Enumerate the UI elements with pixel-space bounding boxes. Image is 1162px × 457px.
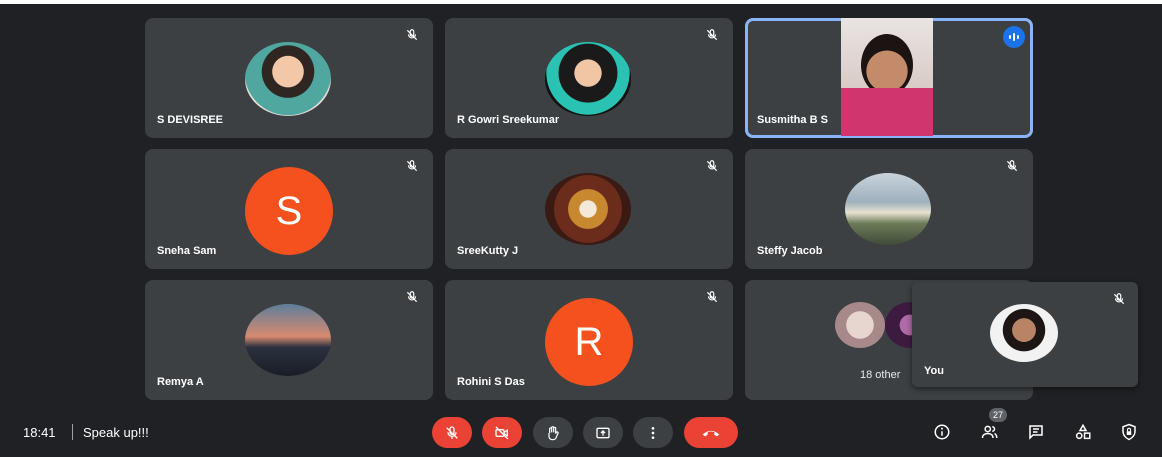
mic-off-icon bbox=[446, 425, 458, 439]
people-icon bbox=[981, 425, 998, 439]
avatar bbox=[845, 173, 931, 245]
mic-off-icon bbox=[1110, 290, 1128, 308]
self-label: You bbox=[924, 365, 944, 377]
bottom-bar: 18:41 Speak up!!! 27 bbox=[0, 405, 1162, 457]
meeting-name: Speak up!!! bbox=[83, 425, 149, 440]
avatar bbox=[990, 304, 1058, 362]
mic-off-icon bbox=[703, 26, 721, 44]
more-options-icon bbox=[651, 426, 655, 439]
divider bbox=[72, 424, 73, 440]
mic-off-icon bbox=[703, 288, 721, 306]
raise-hand-button[interactable] bbox=[533, 417, 573, 448]
participant-tile-s-devisree[interactable]: S DEVISREE bbox=[145, 18, 433, 138]
leave-call-button[interactable] bbox=[684, 417, 738, 448]
end-call-icon bbox=[702, 430, 720, 436]
participant-video bbox=[841, 18, 933, 136]
mic-off-icon bbox=[403, 288, 421, 306]
participant-tile-sreekutty-j[interactable]: SreeKutty J bbox=[445, 149, 733, 269]
participant-name: SreeKutty J bbox=[457, 245, 519, 257]
host-controls-button[interactable] bbox=[1116, 419, 1142, 445]
mic-off-icon bbox=[703, 157, 721, 175]
avatar-initial: S bbox=[275, 188, 303, 233]
speaking-indicator-icon bbox=[1003, 26, 1025, 48]
meeting-time: 18:41 bbox=[23, 425, 56, 440]
raise-hand-icon bbox=[548, 425, 559, 440]
participant-name: Rohini S Das bbox=[457, 376, 525, 388]
participant-tile-susmitha-b-s[interactable]: Susmitha B S bbox=[745, 18, 1033, 138]
avatar bbox=[545, 42, 631, 116]
participant-tile-rohini-s-das[interactable]: R Rohini S Das bbox=[445, 280, 733, 400]
participant-count-badge: 27 bbox=[989, 408, 1007, 422]
avatar bbox=[245, 42, 331, 116]
present-now-button[interactable] bbox=[583, 417, 623, 448]
avatar bbox=[545, 173, 631, 245]
toggle-camera-button[interactable] bbox=[482, 417, 522, 448]
mic-off-icon bbox=[403, 26, 421, 44]
present-icon bbox=[596, 427, 610, 438]
participant-tile-r-gowri-sreekumar[interactable]: R Gowri Sreekumar bbox=[445, 18, 733, 138]
more-options-button[interactable] bbox=[633, 417, 673, 448]
others-label: 18 other bbox=[860, 369, 901, 381]
chat-button[interactable] bbox=[1023, 419, 1049, 445]
participant-tile-sneha-sam[interactable]: S Sneha Sam bbox=[145, 149, 433, 269]
avatar bbox=[835, 302, 885, 348]
toggle-mic-button[interactable] bbox=[432, 417, 472, 448]
chat-icon bbox=[1029, 425, 1043, 440]
self-view-tile[interactable]: You bbox=[912, 282, 1138, 387]
mic-off-icon bbox=[403, 157, 421, 175]
participant-tile-remya-a[interactable]: Remya A bbox=[145, 280, 433, 400]
participant-tile-steffy-jacob[interactable]: Steffy Jacob bbox=[745, 149, 1033, 269]
participant-name: Steffy Jacob bbox=[757, 245, 823, 257]
host-controls-icon bbox=[1122, 423, 1136, 441]
meeting-details-button[interactable] bbox=[929, 419, 955, 445]
participant-name: Remya A bbox=[157, 376, 204, 388]
show-everyone-button[interactable] bbox=[977, 419, 1003, 445]
participant-name: R Gowri Sreekumar bbox=[457, 114, 560, 126]
info-icon bbox=[934, 424, 950, 440]
participant-name: Sneha Sam bbox=[157, 245, 217, 257]
activities-icon bbox=[1075, 423, 1091, 440]
video-off-icon bbox=[495, 426, 509, 439]
avatar-initial: R bbox=[574, 319, 604, 364]
avatar bbox=[245, 304, 331, 376]
participant-name: S DEVISREE bbox=[157, 114, 224, 126]
avatar: S bbox=[245, 167, 333, 255]
participant-name: Susmitha B S bbox=[757, 114, 828, 126]
activities-button[interactable] bbox=[1070, 419, 1096, 445]
top-edge bbox=[0, 0, 1162, 4]
avatar: R bbox=[545, 298, 633, 386]
mic-off-icon bbox=[1003, 157, 1021, 175]
